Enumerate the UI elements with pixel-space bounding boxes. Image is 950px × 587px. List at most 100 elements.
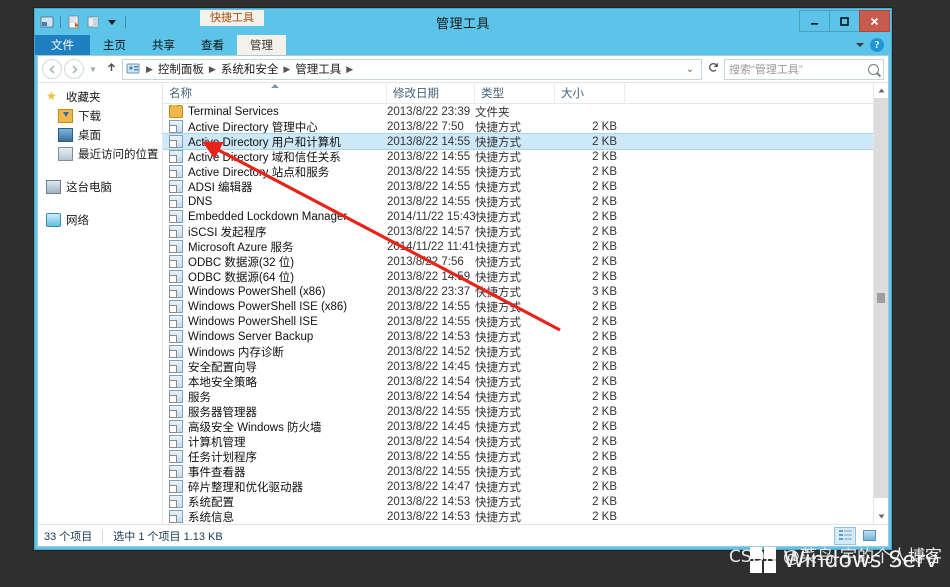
file-date-cell: 2013/8/22 14:55 [387, 150, 471, 163]
file-name-label: Active Directory 站点和服务 [188, 166, 330, 179]
sidebar-item-recent-places[interactable]: 最近访问的位置 [38, 144, 162, 163]
file-size-cell: 2 KB [592, 165, 617, 178]
table-row[interactable]: 任务计划程序 2013/8/22 14:55 快捷方式 2 KB [163, 449, 873, 464]
file-size-cell: 2 KB [592, 315, 617, 328]
help-icon[interactable]: ? [870, 38, 884, 52]
file-date-cell: 2013/8/22 14:47 [387, 480, 471, 493]
table-row[interactable]: iSCSI 发起程序 2013/8/22 14:57 快捷方式 2 KB [163, 224, 873, 239]
table-row[interactable]: 高级安全 Windows 防火墙 2013/8/22 14:45 快捷方式 2 KB [163, 419, 873, 434]
table-row[interactable]: Active Directory 域和信任关系 2013/8/22 14:55 快捷… [163, 149, 873, 164]
ribbon-tab-row: 文件 主页 共享 查看 管理 ? [35, 35, 891, 55]
scroll-up-button[interactable] [874, 83, 888, 98]
table-row[interactable]: Terminal Services 2013/8/22 23:39 文件夹 [163, 104, 873, 119]
table-row[interactable]: 碎片整理和优化驱动器 2013/8/22 14:47 快捷方式 2 KB [163, 479, 873, 494]
table-row[interactable]: Embedded Lockdown Manager 2014/11/22 15:4… [163, 209, 873, 224]
shortcut-icon [169, 405, 183, 418]
file-size-cell: 2 KB [592, 270, 617, 283]
table-row[interactable]: Windows PowerShell (x86) 2013/8/22 23:37 快… [163, 284, 873, 299]
table-row[interactable]: Microsoft Azure 服务 2014/11/22 11:41 快捷方式 2 … [163, 239, 873, 254]
details-view-icon [838, 530, 852, 541]
file-list[interactable]: Terminal Services 2013/8/22 23:39 文件夹 Activ… [163, 104, 873, 524]
breadcrumb-item-2[interactable]: 管理工具 [293, 61, 343, 77]
sidebar-item-downloads[interactable]: 下载 [38, 106, 162, 125]
back-button[interactable] [42, 59, 62, 79]
customize-dropdown-icon[interactable] [104, 14, 120, 30]
table-row[interactable]: ODBC 数据源(64 位) 2013/8/22 14:59 快捷方式 2 KB [163, 269, 873, 284]
table-row[interactable]: Windows PowerShell ISE 2013/8/22 14:55 快捷方… [163, 314, 873, 329]
column-header-size[interactable]: 大小 [555, 82, 625, 104]
tab-file[interactable]: 文件 [35, 35, 90, 55]
breadcrumb-separator-3[interactable]: ▶ [344, 64, 355, 75]
table-row[interactable]: 服务 2013/8/22 14:54 快捷方式 2 KB [163, 389, 873, 404]
file-date-cell: 2013/8/22 14:55 [387, 450, 471, 463]
table-row[interactable]: ODBC 数据源(32 位) 2013/8/22 7:56 快捷方式 2 KB [163, 254, 873, 269]
properties-icon[interactable] [39, 14, 55, 30]
table-row[interactable]: ADSI 编辑器 2013/8/22 14:55 快捷方式 2 KB [163, 179, 873, 194]
refresh-button[interactable] [704, 61, 722, 77]
file-date-cell: 2013/8/22 14:52 [387, 345, 471, 358]
scroll-down-button[interactable] [874, 509, 888, 524]
minimize-button[interactable] [799, 10, 830, 32]
scrollbar-track[interactable] [874, 98, 888, 509]
column-header-name[interactable]: 名称 [163, 82, 387, 104]
file-size-cell: 2 KB [592, 435, 617, 448]
table-row[interactable]: Active Directory 用户和计算机 2013/8/22 14:55 快捷… [163, 133, 873, 150]
scrollbar-thumb[interactable] [874, 98, 888, 498]
breadcrumb-separator-1[interactable]: ▶ [207, 64, 218, 75]
table-row[interactable]: Windows Server Backup 2013/8/22 14:53 快捷方式… [163, 329, 873, 344]
sidebar-item-network[interactable]: 网络 [38, 210, 162, 229]
file-name-label: 计算机管理 [188, 436, 246, 449]
file-size-cell: 2 KB [592, 330, 617, 343]
column-header-type[interactable]: 类型 [475, 82, 555, 104]
sidebar-item-label: 桌面 [78, 129, 101, 142]
table-row[interactable]: 系统信息 2013/8/22 14:53 快捷方式 2 KB [163, 509, 873, 524]
table-row[interactable]: Active Directory 管理中心 2013/8/22 7:50 快捷方式 2… [163, 119, 873, 134]
navigation-pane[interactable]: ★ 收藏夹 下载 桌面 最近访问的位置 这台电脑 网络 [38, 83, 163, 524]
file-type-cell: 快捷方式 [475, 166, 521, 179]
breadcrumb-separator-0[interactable]: ▶ [144, 64, 155, 75]
file-name-label: 系统信息 [188, 511, 234, 524]
table-row[interactable]: 计算机管理 2013/8/22 14:54 快捷方式 2 KB [163, 434, 873, 449]
tab-home[interactable]: 主页 [90, 35, 139, 55]
table-row[interactable]: 系统配置 2013/8/22 14:53 快捷方式 2 KB [163, 494, 873, 509]
column-header-date[interactable]: 修改日期 [387, 82, 475, 104]
maximize-button[interactable] [829, 10, 860, 32]
breadcrumb-bar[interactable]: ▶ 控制面板 ▶ 系统和安全 ▶ 管理工具 ▶ ⌄ [122, 58, 702, 80]
sidebar-item-desktop[interactable]: 桌面 [38, 125, 162, 144]
new-folder-icon[interactable] [66, 14, 82, 30]
client-area: ▼ ▶ 控制面板 ▶ 系统和安全 ▶ 管理工具 ▶ ⌄ 搜索"管理工具" ★ 收… [37, 55, 889, 547]
table-row[interactable]: Windows 内存诊断 2013/8/22 14:52 快捷方式 2 KB [163, 344, 873, 359]
chevron-down-icon[interactable] [856, 43, 864, 47]
sidebar-item-this-pc[interactable]: 这台电脑 [38, 177, 162, 196]
table-row[interactable]: 本地安全策略 2013/8/22 14:54 快捷方式 2 KB [163, 374, 873, 389]
table-row[interactable]: Active Directory 站点和服务 2013/8/22 14:55 快捷方… [163, 164, 873, 179]
file-size-cell: 2 KB [592, 345, 617, 358]
shortcut-icon [169, 450, 183, 463]
sidebar-gap-2 [38, 196, 162, 210]
sidebar-item-favorites[interactable]: ★ 收藏夹 [38, 87, 162, 106]
table-row[interactable]: 服务器管理器 2013/8/22 14:55 快捷方式 2 KB [163, 404, 873, 419]
recent-locations-icon[interactable]: ▼ [86, 65, 100, 74]
breadcrumb-item-1[interactable]: 系统和安全 [219, 61, 281, 77]
search-input[interactable]: 搜索"管理工具" [724, 58, 884, 80]
breadcrumb-item-0[interactable]: 控制面板 [156, 61, 206, 77]
file-type-cell: 快捷方式 [475, 391, 521, 404]
forward-button[interactable] [64, 59, 84, 79]
tab-share[interactable]: 共享 [139, 35, 188, 55]
tab-view[interactable]: 查看 [188, 35, 237, 55]
tab-manage[interactable]: 管理 [237, 35, 286, 55]
sort-ascending-icon [270, 83, 279, 88]
file-name-cell: Windows PowerShell ISE [163, 315, 387, 328]
file-name-label: 本地安全策略 [188, 376, 257, 389]
view-pane-icon[interactable] [85, 14, 101, 30]
table-row[interactable]: 安全配置向导 2013/8/22 14:45 快捷方式 2 KB [163, 359, 873, 374]
vertical-scrollbar[interactable] [873, 83, 888, 524]
address-dropdown-icon[interactable]: ⌄ [681, 64, 699, 75]
table-row[interactable]: Windows PowerShell ISE (x86) 2013/8/22 14… [163, 299, 873, 314]
quick-access-toolbar [39, 12, 128, 31]
table-row[interactable]: 事件查看器 2013/8/22 14:55 快捷方式 2 KB [163, 464, 873, 479]
table-row[interactable]: DNS 2013/8/22 14:55 快捷方式 2 KB [163, 194, 873, 209]
up-button[interactable] [102, 61, 120, 77]
breadcrumb-separator-2[interactable]: ▶ [281, 64, 292, 75]
close-button[interactable] [859, 10, 890, 32]
